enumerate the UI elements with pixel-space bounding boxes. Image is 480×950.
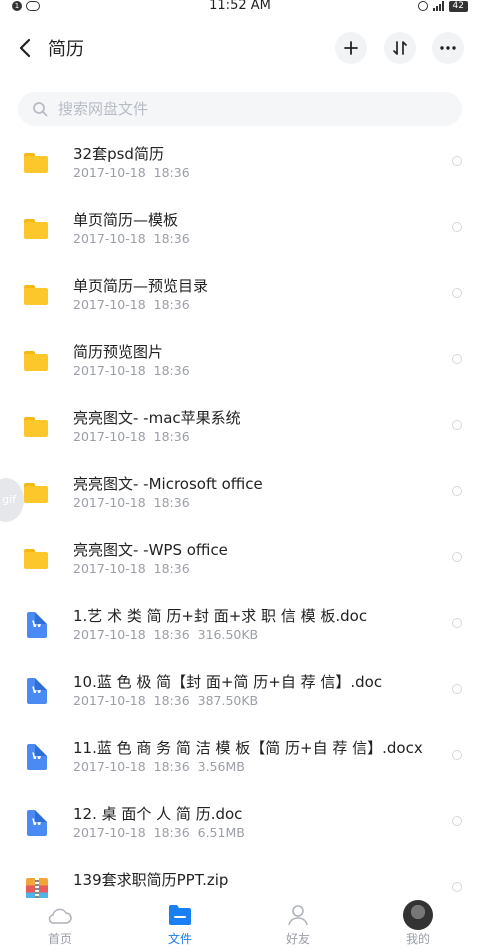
file-meta: 2017-10-18 18:36 387.50KB: [73, 693, 258, 708]
file-date: 2017-10-18 18:36: [73, 627, 190, 642]
file-date: 2017-10-18 18:36: [73, 363, 190, 378]
friends-icon: [288, 905, 308, 926]
more-icon: [440, 46, 456, 50]
file-name: 单页简历—模板: [73, 211, 179, 229]
folder-icon: [24, 546, 50, 572]
file-date: 2017-10-18 18:36: [73, 429, 190, 444]
status-right: 42: [417, 0, 468, 12]
select-radio[interactable]: [452, 354, 462, 364]
folder-icon: [24, 282, 50, 308]
select-radio[interactable]: [452, 222, 462, 232]
nav-files[interactable]: 文件: [140, 902, 220, 947]
file-name: 1.艺 术 类 简 历+封 面+求 职 信 模 板.doc: [73, 607, 368, 625]
file-date: 2017-10-18 18:36: [73, 165, 190, 180]
file-name: 32套psd简历: [73, 145, 164, 163]
file-date: 2017-10-18 18:36: [73, 561, 190, 576]
file-size: 3.56MB: [197, 759, 245, 774]
file-name: 12. 桌 面个 人 简 历.doc: [73, 805, 243, 823]
nav-friends-label: 好友: [285, 932, 310, 946]
nav-me[interactable]: 我的: [378, 900, 458, 947]
select-radio[interactable]: [452, 156, 462, 166]
file-meta: 2017-10-18 18:36 6.51MB: [73, 825, 245, 840]
file-name: 11.蓝 色 商 务 简 洁 模 板【简 历+自 荐 信】.docx: [73, 739, 423, 757]
select-radio[interactable]: [452, 618, 462, 628]
file-name: 简历预览图片: [73, 343, 164, 361]
search-icon: [33, 102, 48, 117]
sort-button[interactable]: [384, 32, 416, 64]
file-row[interactable]: 亮亮图文- -WPS office 2017-10-18 18:36: [0, 526, 480, 592]
select-radio[interactable]: [452, 420, 462, 430]
file-row[interactable]: W 12. 桌 面个 人 简 历.doc 2017-10-18 18:36 6.…: [0, 790, 480, 856]
folder-icon: [24, 348, 50, 374]
nav-home-label: 首页: [47, 932, 72, 946]
file-row[interactable]: 单页简历—模板 2017-10-18 18:36: [0, 196, 480, 262]
file-size: 6.51MB: [197, 825, 245, 840]
file-row[interactable]: W 1.艺 术 类 简 历+封 面+求 职 信 模 板.doc 2017-10-…: [0, 592, 480, 658]
folder-icon: [24, 414, 50, 440]
select-radio[interactable]: [452, 288, 462, 298]
folder-icon: [24, 480, 50, 506]
file-meta: 2017-10-18 18:36 3.56MB: [73, 759, 245, 774]
nav-files-label: 文件: [167, 932, 192, 946]
signal-icon: [432, 1, 444, 11]
cloud-icon: [48, 908, 72, 924]
search-input[interactable]: [58, 92, 438, 126]
file-date: 2017-10-18 18:36: [73, 693, 190, 708]
file-name: 单页简历—预览目录: [73, 277, 209, 295]
file-row[interactable]: 亮亮图文- -mac苹果系统 2017-10-18 18:36: [0, 394, 480, 460]
file-row[interactable]: 32套psd简历 2017-10-18 18:36: [0, 130, 480, 196]
folder-icon: [24, 150, 50, 176]
file-date: 2017-10-18 18:36: [73, 759, 190, 774]
plus-icon: [344, 41, 358, 55]
status-bar: 1 11:52 AM 42: [0, 0, 480, 14]
file-date: 2017-10-18 18:36: [73, 297, 190, 312]
alarm-icon: [417, 1, 428, 11]
word-doc-icon: W: [24, 744, 50, 770]
nav-home[interactable]: 首页: [20, 902, 100, 947]
file-name: 亮亮图文- -Microsoft office: [73, 475, 263, 493]
file-name: 亮亮图文- -WPS office: [73, 541, 228, 559]
file-date: 2017-10-18 18:36: [73, 495, 190, 510]
search-bar[interactable]: [18, 92, 462, 126]
nav-me-label: 我的: [405, 932, 430, 946]
more-button[interactable]: [432, 32, 464, 64]
bottom-nav: 首页 文件 好友 我的: [0, 898, 480, 950]
chevron-left-icon: [19, 38, 31, 58]
select-radio[interactable]: [452, 816, 462, 826]
file-name: 亮亮图文- -mac苹果系统: [73, 409, 241, 427]
file-name: 139套求职简历PPT.zip: [73, 871, 229, 889]
select-radio[interactable]: [452, 486, 462, 496]
header: 简历: [0, 22, 480, 74]
file-date: 2017-10-18 18:36: [73, 825, 190, 840]
file-row[interactable]: 亮亮图文- -Microsoft office 2017-10-18 18:36: [0, 460, 480, 526]
select-radio[interactable]: [452, 750, 462, 760]
back-button[interactable]: [14, 34, 38, 62]
select-radio[interactable]: [452, 552, 462, 562]
file-size: 387.50KB: [197, 693, 259, 708]
file-meta: 2017-10-18 18:36 316.50KB: [73, 627, 258, 642]
sort-icon: [393, 41, 407, 55]
word-doc-icon: W: [24, 678, 50, 704]
nav-friends[interactable]: 好友: [258, 902, 338, 947]
folder-icon: [24, 216, 50, 242]
file-name: 10.蓝 色 极 简【封 面+简 历+自 荐 信】.doc: [73, 673, 383, 691]
avatar: [403, 900, 433, 930]
add-button[interactable]: [335, 32, 367, 64]
status-time: 11:52 AM: [209, 0, 271, 13]
file-row[interactable]: 单页简历—预览目录 2017-10-18 18:36: [0, 262, 480, 328]
file-row[interactable]: 简历预览图片 2017-10-18 18:36: [0, 328, 480, 394]
word-doc-icon: W: [24, 612, 50, 638]
folder-icon: [169, 905, 191, 925]
file-row[interactable]: W 11.蓝 色 商 务 简 洁 模 板【简 历+自 荐 信】.docx 201…: [0, 724, 480, 790]
file-list: 32套psd简历 2017-10-18 18:36 单页简历—模板 2017-1…: [0, 130, 480, 922]
file-size: 316.50KB: [197, 627, 259, 642]
page-title: 简历: [48, 39, 84, 60]
select-radio[interactable]: [452, 882, 462, 892]
battery-icon: 42: [448, 0, 468, 12]
select-radio[interactable]: [452, 684, 462, 694]
file-date: 2017-10-18 18:36: [73, 231, 190, 246]
word-doc-icon: W: [24, 810, 50, 836]
file-row[interactable]: W 10.蓝 色 极 简【封 面+简 历+自 荐 信】.doc 2017-10-…: [0, 658, 480, 724]
